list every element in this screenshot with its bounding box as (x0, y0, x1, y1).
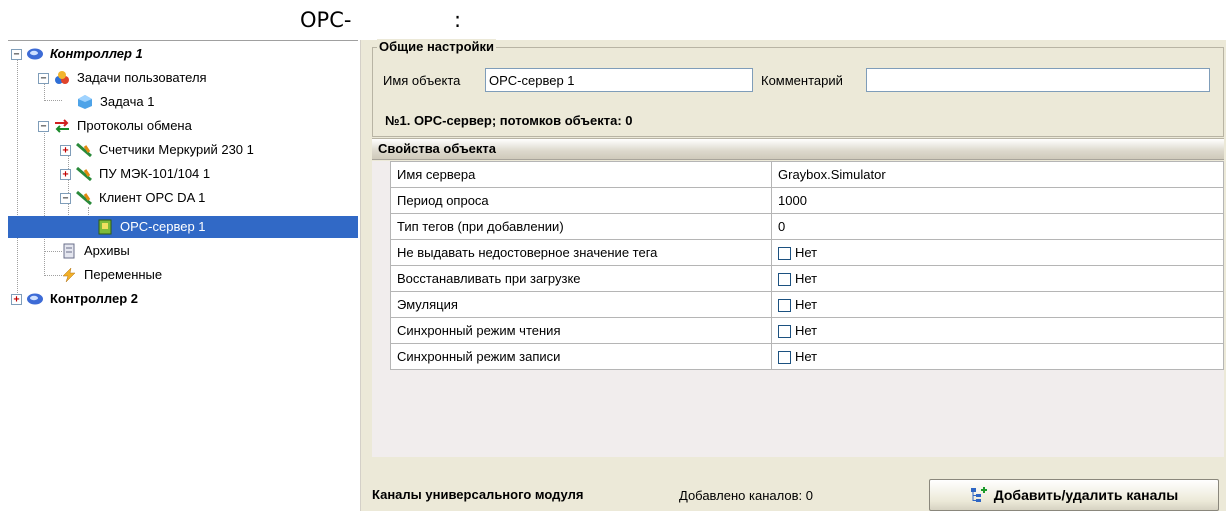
tree-item-label: Задача 1 (100, 94, 155, 109)
tree-item-label: Контроллер 2 (50, 291, 139, 306)
tree-item-mercury[interactable]: + Счетчики Меркурий 230 1 (60, 139, 258, 161)
checkbox[interactable] (778, 299, 791, 313)
property-key: Не выдавать недостоверное значение тега (390, 239, 772, 266)
object-info: №1. OPC-сервер; потомков объекта: 0 (385, 113, 633, 128)
tree-item-label: Протоколы обмена (77, 118, 192, 133)
tree-item-archives[interactable]: Архивы (60, 240, 134, 262)
object-tree[interactable]: − Контроллер 1 − Задачи пользователя Зад… (8, 40, 358, 511)
checkbox[interactable] (778, 273, 791, 287)
property-value-checkbox[interactable]: Нет (771, 343, 1224, 370)
tree-item-label: Контроллер 1 (50, 46, 143, 61)
lightning-icon (60, 267, 78, 283)
property-value[interactable]: 0 (771, 213, 1224, 240)
channels-count: Добавлено каналов: 0 (679, 488, 813, 503)
object-name-label: Имя объекта (383, 73, 461, 88)
property-row[interactable]: Тип тегов (при добавлении) 0 (390, 213, 1224, 240)
property-value[interactable]: 1000 (771, 187, 1224, 214)
comment-label: Комментарий (761, 73, 843, 88)
tree-item-label: Переменные (84, 267, 163, 282)
tree-item-task-1[interactable]: Задача 1 (76, 91, 158, 113)
plug-icon (75, 190, 93, 206)
collapse-toggle[interactable]: − (38, 120, 49, 132)
property-row[interactable]: Не выдавать недостоверное значение тега … (390, 239, 1224, 266)
tree-item-iec[interactable]: + ПУ МЭК-101/104 1 (60, 163, 214, 185)
add-channel-tree-icon (970, 486, 988, 504)
tree-item-controller-1[interactable]: − Контроллер 1 (11, 43, 147, 65)
object-details-panel: Общие настройки Имя объекта Комментарий … (370, 39, 1226, 511)
expand-toggle[interactable]: + (11, 293, 22, 305)
property-key: Синхронный режим чтения (390, 317, 772, 344)
general-settings-group: Общие настройки Имя объекта Комментарий … (372, 39, 1224, 137)
property-value-checkbox[interactable]: Нет (771, 265, 1224, 292)
property-value[interactable]: Graybox.Simulator (771, 161, 1224, 188)
property-row[interactable]: Синхронный режим чтения Нет (390, 317, 1224, 344)
tree-item-user-tasks[interactable]: − Задачи пользователя (38, 67, 211, 89)
checkbox-label: Нет (795, 322, 818, 338)
cube-icon (76, 94, 94, 110)
tree-item-label: OPC-сервер 1 (120, 219, 206, 234)
checkbox[interactable] (778, 247, 791, 261)
property-value-checkbox[interactable]: Нет (771, 291, 1224, 318)
channels-title: Каналы универсального модуля (372, 487, 584, 502)
object-name-input[interactable] (485, 68, 753, 92)
caption-right: : (454, 8, 462, 32)
checkbox-label: Нет (795, 348, 818, 364)
property-value-checkbox[interactable]: Нет (771, 317, 1224, 344)
tree-item-opc-server[interactable]: OPC-сервер 1 (8, 216, 358, 238)
properties-area: Имя сервера Graybox.Simulator Период опр… (372, 161, 1224, 457)
property-row[interactable]: Восстанавливать при загрузке Нет (390, 265, 1224, 292)
add-remove-channels-label: Добавить/удалить каналы (993, 487, 1179, 503)
property-row[interactable]: Синхронный режим записи Нет (390, 343, 1224, 370)
collapse-toggle[interactable]: − (38, 72, 49, 84)
checkbox-label: Нет (795, 244, 818, 260)
expand-toggle[interactable]: + (60, 144, 71, 156)
property-key: Тип тегов (при добавлении) (390, 213, 772, 240)
add-remove-channels-button[interactable]: Добавить/удалить каналы (929, 479, 1219, 511)
property-key: Период опроса (390, 187, 772, 214)
property-key: Имя сервера (390, 161, 772, 188)
checkbox[interactable] (778, 351, 791, 365)
checkbox-label: Нет (795, 270, 818, 286)
property-key: Восстанавливать при загрузке (390, 265, 772, 292)
controller-icon (26, 46, 44, 62)
property-row[interactable]: Эмуляция Нет (390, 291, 1224, 318)
property-row[interactable]: Имя сервера Graybox.Simulator (390, 161, 1224, 188)
comment-input[interactable] (866, 68, 1210, 92)
properties-header: Свойства объекта (372, 138, 1224, 160)
opc-server-icon (96, 219, 114, 235)
tree-item-controller-2[interactable]: + Контроллер 2 (11, 288, 142, 310)
controller-icon (26, 291, 44, 307)
property-key: Эмуляция (390, 291, 772, 318)
tree-item-label: ПУ МЭК-101/104 1 (99, 166, 211, 181)
tree-item-protocols[interactable]: − Протоколы обмена (38, 115, 196, 137)
property-row[interactable]: Период опроса 1000 (390, 187, 1224, 214)
checkbox-label: Нет (795, 296, 818, 312)
protocols-icon (53, 118, 71, 134)
archive-icon (60, 243, 78, 259)
tree-item-label: Счетчики Меркурий 230 1 (99, 142, 254, 157)
tree-item-label: Архивы (84, 243, 130, 258)
tree-item-opc-client[interactable]: − Клиент OPC DA 1 (60, 187, 209, 209)
checkbox[interactable] (778, 325, 791, 339)
tree-item-variables[interactable]: Переменные (60, 264, 166, 286)
tree-item-label: Клиент OPC DA 1 (99, 190, 206, 205)
tasks-icon (53, 70, 71, 86)
properties-grid: Имя сервера Graybox.Simulator Период опр… (390, 161, 1224, 370)
general-settings-title: Общие настройки (377, 39, 496, 54)
collapse-toggle[interactable]: − (11, 48, 22, 60)
tree-item-label: Задачи пользователя (77, 70, 207, 85)
expand-toggle[interactable]: + (60, 168, 71, 180)
plug-icon (75, 142, 93, 158)
channels-footer: Каналы универсального модуля Добавлено к… (372, 458, 1224, 511)
plug-icon (75, 166, 93, 182)
property-key: Синхронный режим записи (390, 343, 772, 370)
collapse-toggle[interactable]: − (60, 192, 71, 204)
property-value-checkbox[interactable]: Нет (771, 239, 1224, 266)
caption-left: OPC- (300, 8, 352, 32)
page-caption: OPC- : (300, 8, 520, 38)
panel-splitter[interactable] (360, 40, 370, 511)
